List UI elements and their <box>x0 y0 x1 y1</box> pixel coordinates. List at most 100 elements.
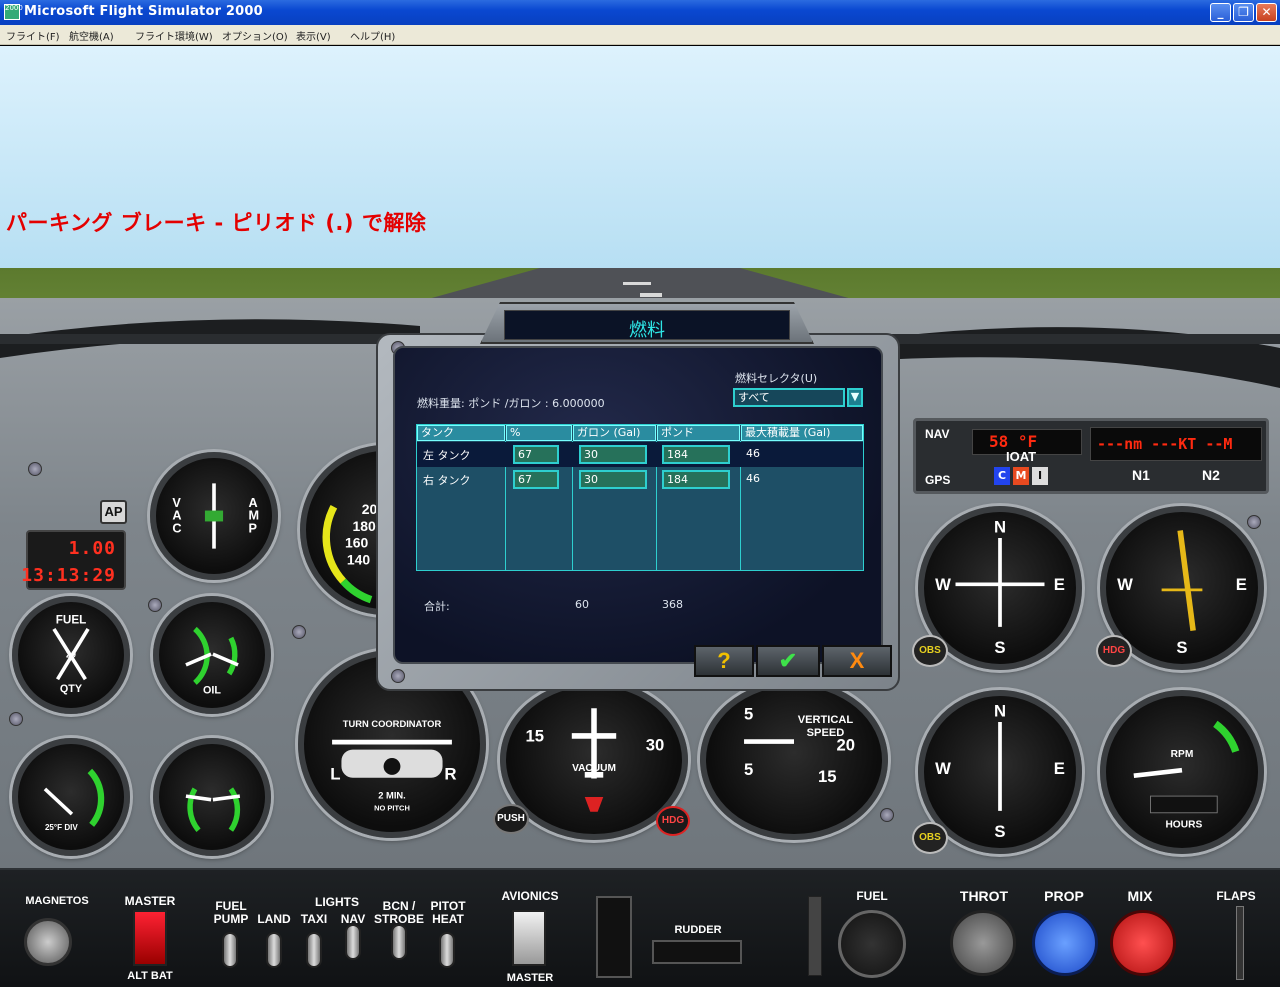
svg-text:RPM: RPM <box>1171 749 1194 760</box>
screw <box>9 712 23 726</box>
fuel-dialog-title: 燃料 <box>629 320 665 341</box>
turn-coordinator-title: TURN COORDINATOR <box>343 719 442 729</box>
svg-text:15: 15 <box>526 727 545 746</box>
svg-text:5: 5 <box>744 704 753 723</box>
flaps-lever[interactable] <box>1236 906 1244 980</box>
column-header-tank: タンク <box>417 425 505 441</box>
mode-c-button[interactable]: C <box>994 467 1010 485</box>
nav-label: NAV <box>925 427 950 441</box>
dropdown-arrow-icon[interactable]: ▼ <box>847 388 863 407</box>
pitch-trim-wheel[interactable] <box>596 896 632 978</box>
prop-knob[interactable] <box>1032 910 1098 976</box>
magnetos-label: MAGNETOS <box>25 895 89 907</box>
screw <box>391 669 405 683</box>
fuel-weight-label: 燃料重量: ポンド /ガロン : 6.000000 <box>417 397 605 410</box>
parking-brake-message: パーキング ブレーキ - ピリオド (.) で解除 <box>6 211 427 235</box>
svg-text:S: S <box>1176 638 1187 657</box>
svg-text:N: N <box>994 701 1006 720</box>
svg-text:VERTICAL: VERTICAL <box>798 714 854 726</box>
pounds-field[interactable]: 184 <box>662 445 730 464</box>
fuel-selector-valve[interactable] <box>838 910 906 978</box>
runway <box>280 268 1000 340</box>
avionics-label: AVIONICS <box>501 889 559 903</box>
mixture-knob[interactable] <box>1110 910 1176 976</box>
rudder-trim-wheel[interactable] <box>652 940 742 964</box>
svg-text:E: E <box>1054 759 1065 778</box>
help-button[interactable]: ? <box>694 645 754 677</box>
fuel-selector-dropdown[interactable]: すべて <box>733 388 845 407</box>
column-header-gallons: ガロン (Gal) <box>573 425 656 441</box>
mode-m-button[interactable]: M <box>1013 467 1029 485</box>
fuel-pump-switch[interactable] <box>222 932 238 968</box>
hdg-knob[interactable]: HDG <box>656 806 690 836</box>
gps-label: GPS <box>925 473 951 487</box>
obs-knob-1[interactable]: OBS <box>912 635 948 667</box>
table-row[interactable]: 右 タンク 67 30 184 46 <box>417 467 863 492</box>
fuel-tank-table: タンク % ガロン (Gal) ポンド 最大積載量 (Gal) 左 タンク 67… <box>416 424 864 571</box>
total-gallons: 60 <box>575 598 589 611</box>
pitot-heat-switch[interactable] <box>439 932 455 968</box>
rudder-trim-label: RUDDER <box>674 924 722 936</box>
svg-text:HOURS: HOURS <box>1165 820 1202 831</box>
column-header-max: 最大積載量 (Gal) <box>741 425 863 441</box>
cowl-flaps-lever[interactable] <box>808 896 822 976</box>
svg-text:QTY: QTY <box>60 683 82 695</box>
fuel-title: FUEL <box>56 614 86 627</box>
land-light-switch[interactable] <box>266 932 282 968</box>
svg-text:W: W <box>1117 575 1133 594</box>
svg-text:N: N <box>994 517 1006 536</box>
max-capacity: 46 <box>746 472 760 485</box>
screw <box>292 625 306 639</box>
cancel-button[interactable]: X <box>822 645 892 677</box>
throttle-knob[interactable] <box>950 910 1016 976</box>
gallons-field[interactable]: 30 <box>579 470 647 489</box>
svg-text:160: 160 <box>345 535 369 551</box>
taxi-light-switch[interactable] <box>306 932 322 968</box>
gallons-field[interactable]: 30 <box>579 445 647 464</box>
svg-text:L: L <box>330 765 340 784</box>
fuel-selector-label: 燃料セレクタ(U) <box>735 372 818 385</box>
taxi-label: TAXI <box>300 912 328 926</box>
svg-text:30: 30 <box>646 736 665 755</box>
svg-text:W: W <box>935 575 951 594</box>
vacuum-label: VACUUM <box>572 763 616 774</box>
autopilot-button[interactable]: AP <box>100 500 127 524</box>
mode-i-button[interactable]: I <box>1032 467 1048 485</box>
avionics-master-label: MASTER <box>506 972 554 984</box>
pounds-field[interactable]: 184 <box>662 470 730 489</box>
land-label: LAND <box>257 912 291 926</box>
magneto-key-switch[interactable] <box>24 918 72 966</box>
obs-knob-2[interactable]: OBS <box>912 822 948 854</box>
strobe-switch[interactable] <box>391 924 407 960</box>
percent-field[interactable]: 67 <box>513 470 559 489</box>
pitot-heat-label: PITOT HEAT <box>430 899 466 926</box>
svg-text:25°F DIV: 25°F DIV <box>45 823 78 832</box>
svg-text:2 MIN.: 2 MIN. <box>378 790 406 800</box>
master-switch[interactable] <box>133 910 167 966</box>
svg-text:5: 5 <box>744 760 753 779</box>
fuel-pump-label: FUEL PUMP <box>213 899 249 926</box>
table-row[interactable]: 左 タンク 67 30 184 46 <box>417 442 863 467</box>
svg-text:140: 140 <box>347 551 371 567</box>
ok-button[interactable]: ✔ <box>756 645 820 677</box>
radio-stack: NAV GPS 58 °F IOAT C M I ---nm ---KT --M… <box>913 418 1269 494</box>
digital-clock: 1.00 13:13:29 <box>21 530 126 590</box>
vac-label: VAC <box>172 496 181 535</box>
throttle-label: THROT <box>959 888 1009 904</box>
avionics-master-switch[interactable] <box>512 910 546 966</box>
flaps-label: FLAPS <box>1216 889 1256 903</box>
fuel-dialog-title-tab: 燃料 <box>480 302 814 344</box>
adf-hdg-knob[interactable]: HDG <box>1096 635 1132 667</box>
bcn-strobe-label: BCN / STROBE <box>373 899 424 926</box>
fuel-quantity-gauge: FUEL QTY 20 <box>12 596 130 714</box>
oil-gauge: OIL <box>153 596 271 714</box>
svg-text:W: W <box>935 759 951 778</box>
alt-bat-label: ALT BAT <box>127 970 173 982</box>
percent-field[interactable]: 67 <box>513 445 559 464</box>
total-label: 合計: <box>424 600 450 613</box>
n1-label: N1 <box>1132 467 1150 483</box>
svg-text:20: 20 <box>66 650 76 660</box>
push-knob[interactable]: PUSH <box>493 804 529 834</box>
nav-light-switch[interactable] <box>345 924 361 960</box>
n2-label: N2 <box>1202 467 1220 483</box>
